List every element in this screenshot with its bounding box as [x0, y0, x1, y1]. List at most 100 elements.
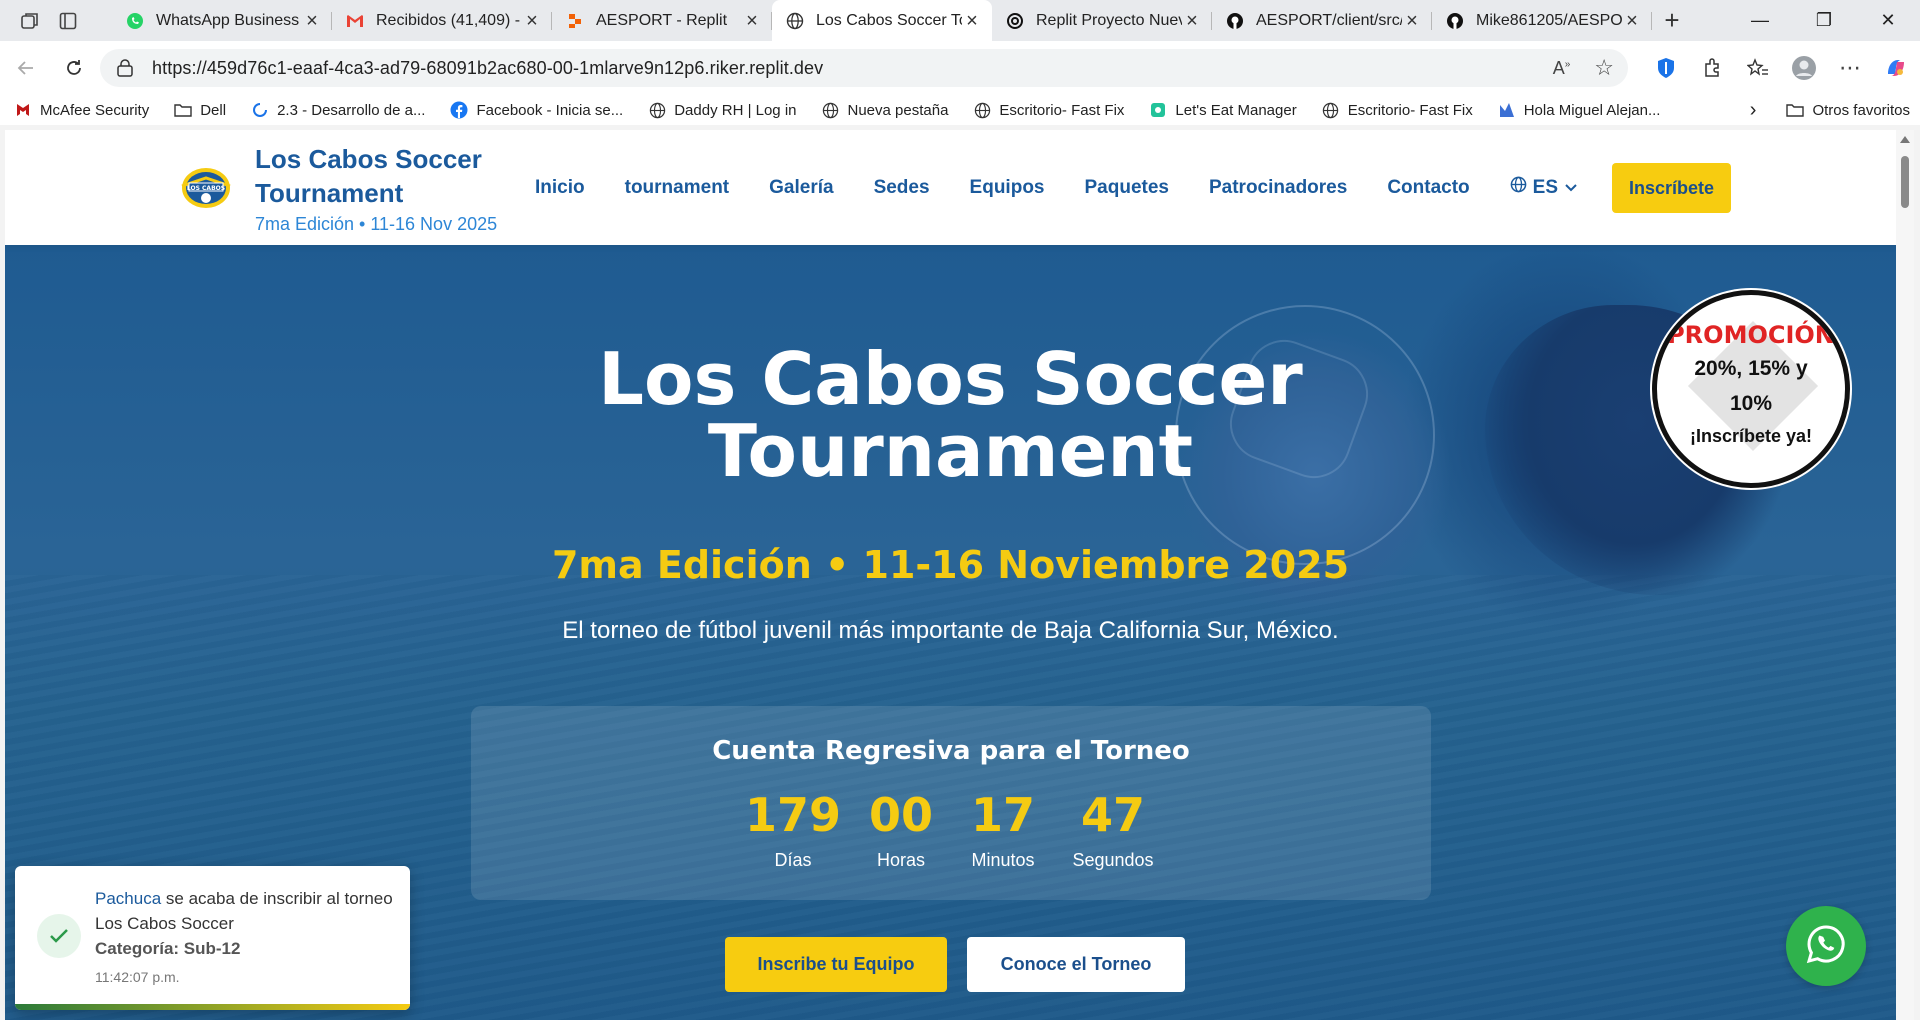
replit-icon: [566, 12, 584, 30]
close-tab-icon[interactable]: ×: [962, 11, 982, 31]
toast-team: Pachuca: [95, 889, 162, 908]
browser-tab-active[interactable]: Los Cabos Soccer Tou ×: [772, 0, 992, 41]
close-window-button[interactable]: ✕: [1856, 0, 1920, 41]
window-controls: — ❐ ✕: [1728, 0, 1920, 41]
address-toolbar: https://459d76c1-eaaf-4ca3-ad79-68091b2a…: [0, 41, 1920, 95]
nav-inicio[interactable]: Inicio: [535, 177, 585, 199]
countdown-minutes: 17 Minutos: [943, 790, 1063, 871]
browser-tab-strip: WhatsApp Business × Recibidos (41,409) -…: [0, 0, 1920, 41]
bookmarks-overflow: › Otros favoritos: [1750, 95, 1910, 125]
bookmark-item[interactable]: Facebook - Inicia se...: [436, 101, 634, 119]
nav-tournament[interactable]: tournament: [625, 177, 730, 199]
chevron-down-icon: [1564, 177, 1578, 199]
github-icon: [1446, 12, 1464, 30]
tournament-logo[interactable]: LOS CABOS: [179, 166, 233, 210]
restore-button[interactable]: ❐: [1792, 0, 1856, 41]
close-tab-icon[interactable]: ×: [1622, 11, 1642, 31]
globe-icon: [822, 101, 840, 119]
bookmark-item[interactable]: Escritorio- Fast Fix: [959, 101, 1135, 119]
close-tab-icon[interactable]: ×: [1182, 11, 1202, 31]
bookmark-label: Daddy RH | Log in: [674, 101, 797, 119]
site-info-icon[interactable]: [114, 57, 136, 79]
registration-toast: Pachuca se acaba de inscribir al torneo …: [15, 866, 410, 1010]
browser-tab[interactable]: AESPORT/client/src/a ×: [1212, 0, 1432, 41]
extensions-icon[interactable]: [1698, 54, 1726, 82]
nav-paquetes[interactable]: Paquetes: [1085, 177, 1169, 199]
nav-equipos[interactable]: Equipos: [970, 177, 1045, 199]
browser-tab[interactable]: Recibidos (41,409) - m ×: [332, 0, 552, 41]
profile-avatar-icon[interactable]: [1790, 54, 1818, 82]
nav-sedes[interactable]: Sedes: [874, 177, 930, 199]
bookmark-item[interactable]: 2.3 - Desarrollo de a...: [237, 101, 436, 119]
workspaces-icon[interactable]: [20, 11, 40, 31]
nav-patrocinadores[interactable]: Patrocinadores: [1209, 177, 1347, 199]
refresh-button[interactable]: [54, 48, 94, 88]
scrollbar-thumb[interactable]: [1901, 156, 1909, 208]
other-favorites-folder[interactable]: Otros favoritos: [1786, 101, 1910, 119]
hero-subtitle: 7ma Edición • 11-16 Noviembre 2025: [551, 543, 1350, 587]
vertical-tabs-icon[interactable]: [58, 11, 78, 31]
bookmark-item[interactable]: Daddy RH | Log in: [634, 101, 807, 119]
minimize-button[interactable]: —: [1728, 0, 1792, 41]
countdown-label: Minutos: [971, 850, 1035, 870]
promo-title: PROMOCIÓN: [1667, 321, 1835, 349]
whatsapp-button[interactable]: [1786, 906, 1866, 986]
shield-extension-icon[interactable]: [1652, 54, 1680, 82]
globe-icon: [648, 101, 666, 119]
globe-icon: [1322, 101, 1340, 119]
browser-tab[interactable]: Replit Proyecto Nuev ×: [992, 0, 1212, 41]
browser-tab[interactable]: WhatsApp Business ×: [112, 0, 332, 41]
promo-cta: ¡Inscríbete ya!: [1689, 426, 1813, 446]
scroll-up-arrow[interactable]: [1900, 136, 1910, 143]
close-tab-icon[interactable]: ×: [302, 11, 322, 31]
bookmark-item[interactable]: Escritorio- Fast Fix: [1308, 101, 1484, 119]
promo-badge[interactable]: PROMOCIÓN 20%, 15% y 10% ¡Inscríbete ya!: [1652, 290, 1850, 488]
tab-title: Mike861205/AESPOR: [1476, 11, 1622, 29]
bookmark-folder[interactable]: Dell: [160, 101, 237, 119]
bookmark-label: Facebook - Inicia se...: [476, 101, 624, 119]
whatsapp-icon: [1804, 922, 1848, 971]
read-aloud-icon[interactable]: A»: [1553, 58, 1571, 79]
bookmark-item[interactable]: Let's Eat Manager: [1135, 101, 1307, 119]
close-tab-icon[interactable]: ×: [742, 11, 762, 31]
bookmarks-bar: McAfee Security Dell 2.3 - Desarrollo de…: [0, 95, 1920, 125]
address-bar[interactable]: https://459d76c1-eaaf-4ca3-ad79-68091b2a…: [100, 49, 1628, 87]
register-team-button[interactable]: Inscribe tu Equipo: [725, 937, 947, 992]
back-button[interactable]: [6, 48, 46, 88]
copilot-icon[interactable]: [1882, 54, 1910, 82]
favorites-icon[interactable]: [1744, 54, 1772, 82]
nav-galeria[interactable]: Galería: [769, 177, 833, 199]
browser-tab[interactable]: Mike861205/AESPOR ×: [1432, 0, 1652, 41]
globe-icon: [786, 12, 804, 30]
close-tab-icon[interactable]: ×: [1402, 11, 1422, 31]
nav-contacto[interactable]: Contacto: [1387, 177, 1469, 199]
url-text[interactable]: https://459d76c1-eaaf-4ca3-ad79-68091b2a…: [152, 58, 823, 79]
language-selector[interactable]: ES: [1510, 176, 1578, 199]
bookmark-item[interactable]: Hola Miguel Alejan...: [1484, 101, 1672, 119]
favorite-star-icon[interactable]: ☆: [1594, 55, 1614, 81]
toast-category: Categoría: Sub-12: [95, 939, 241, 958]
bookmark-item[interactable]: Nueva pestaña: [808, 101, 960, 119]
github-icon: [1226, 12, 1244, 30]
new-tab-button[interactable]: +: [1652, 0, 1692, 41]
mcafee-icon: [14, 101, 32, 119]
tab-title: Replit Proyecto Nuev: [1036, 11, 1182, 29]
logo-text: LOS CABOS: [187, 185, 225, 192]
brand-block[interactable]: Los Cabos Soccer Tournament 7ma Edición …: [255, 142, 497, 235]
countdown-panel: Cuenta Regresiva para el Torneo 179 Días…: [471, 706, 1431, 900]
browser-tab[interactable]: AESPORT - Replit ×: [552, 0, 772, 41]
chevron-right-icon[interactable]: ›: [1750, 99, 1757, 122]
close-tab-icon[interactable]: ×: [522, 11, 542, 31]
main-nav: Inicio tournament Galería Sedes Equipos …: [535, 130, 1578, 245]
bookmark-item[interactable]: McAfee Security: [0, 101, 160, 119]
folder-icon: [1786, 101, 1805, 119]
page-scrollbar[interactable]: [1896, 130, 1914, 1020]
app-icon: [1498, 101, 1516, 119]
brand-title: Los Cabos Soccer Tournament: [255, 144, 482, 208]
loading-icon: [251, 101, 269, 119]
brand-subtitle: 7ma Edición • 11-16 Nov 2025: [255, 214, 498, 234]
learn-tournament-button[interactable]: Conoce el Torneo: [967, 937, 1185, 992]
bookmark-label: Hola Miguel Alejan...: [1523, 101, 1661, 119]
register-button[interactable]: Inscríbete: [1612, 163, 1731, 213]
more-options-icon[interactable]: ⋯: [1836, 54, 1864, 82]
